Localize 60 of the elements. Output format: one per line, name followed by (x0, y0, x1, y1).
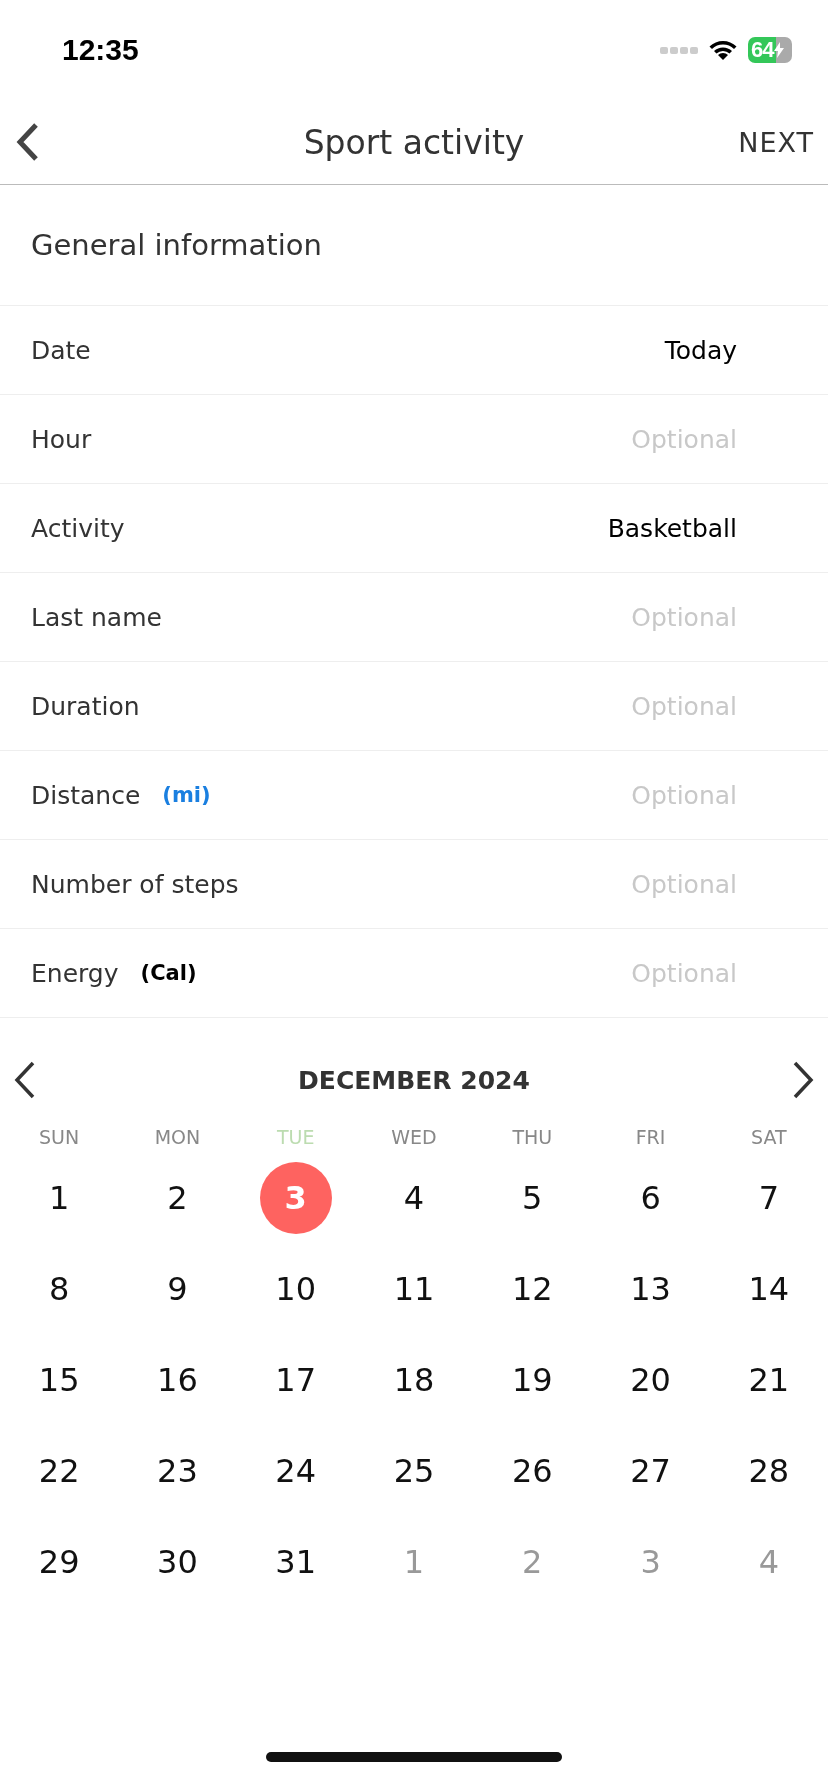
calendar-day[interactable]: 19 (496, 1344, 569, 1416)
calendar-day[interactable]: 2 (141, 1162, 214, 1234)
weekday-label: SAT (751, 1126, 787, 1148)
field-label: Date (31, 335, 91, 365)
calendar-day[interactable]: 31 (259, 1526, 332, 1598)
weekday-label: TUE (276, 1126, 315, 1148)
calendar-day[interactable]: 5 (496, 1162, 569, 1234)
field-label: Activity (31, 513, 125, 543)
battery-icon: 64 (748, 37, 792, 63)
field-label: Energy (31, 958, 119, 988)
weekday-label: SUN (39, 1126, 80, 1148)
calendar-day[interactable]: 26 (496, 1435, 569, 1507)
field-label: Number of steps (31, 869, 239, 899)
back-icon[interactable] (16, 122, 40, 162)
calendar-day[interactable]: 11 (378, 1253, 450, 1325)
calendar-day[interactable]: 17 (259, 1344, 332, 1416)
calendar-day[interactable]: 24 (259, 1435, 332, 1507)
signal-icon (660, 45, 698, 55)
status-time: 12:35 (62, 33, 139, 67)
calendar-day[interactable]: 29 (23, 1526, 96, 1598)
calendar-day[interactable]: 1 (23, 1162, 96, 1234)
calendar-day[interactable]: 6 (614, 1162, 687, 1234)
unit-label: (mi) (162, 783, 211, 807)
calendar-day[interactable]: 15 (23, 1344, 96, 1416)
field-value[interactable]: Basketball (607, 513, 737, 543)
field-label: Duration (31, 691, 140, 721)
calendar-day[interactable]: 18 (378, 1344, 450, 1416)
month-title: DECEMBER 2024 (298, 1065, 530, 1095)
field-label: Hour (31, 424, 92, 454)
calendar-day[interactable]: 23 (141, 1435, 214, 1507)
weekday-label: WED (391, 1126, 437, 1148)
weekday-label: MON (154, 1126, 201, 1148)
section-title: General information (0, 185, 828, 306)
calendar-day[interactable]: 16 (141, 1344, 214, 1416)
calendar-day[interactable]: 28 (732, 1435, 805, 1507)
calendar-day[interactable]: 4 (378, 1162, 450, 1234)
next-button[interactable]: NEXT (738, 126, 814, 158)
calendar-day[interactable]: 14 (732, 1253, 805, 1325)
weekday-label: THU (512, 1126, 553, 1148)
calendar-day[interactable]: 13 (614, 1253, 687, 1325)
unit-label: (Cal) (140, 961, 197, 985)
calendar-day[interactable]: 10 (259, 1253, 332, 1325)
wifi-icon (708, 39, 738, 61)
field-label: Last name (31, 602, 162, 632)
calendar-day[interactable]: 9 (141, 1253, 214, 1325)
calendar-day[interactable]: 7 (732, 1162, 805, 1234)
calendar-day[interactable]: 30 (141, 1526, 214, 1598)
weekday-label: FRI (635, 1126, 666, 1148)
field-value[interactable]: Today (664, 335, 737, 365)
calendar-day[interactable]: 20 (614, 1344, 687, 1416)
calendar-day[interactable]: 27 (614, 1435, 687, 1507)
next-month-icon[interactable] (792, 1061, 814, 1099)
previous-month-icon[interactable] (14, 1061, 36, 1099)
calendar-day[interactable]: 12 (496, 1253, 569, 1325)
field-label: Distance (31, 780, 141, 810)
calendar-day[interactable]: 8 (23, 1253, 96, 1325)
calendar-day[interactable]: 22 (23, 1435, 96, 1507)
calendar-day[interactable]: 21 (732, 1344, 805, 1416)
page-title: Sport activity (303, 122, 525, 162)
calendar-day[interactable]: 25 (378, 1435, 450, 1507)
